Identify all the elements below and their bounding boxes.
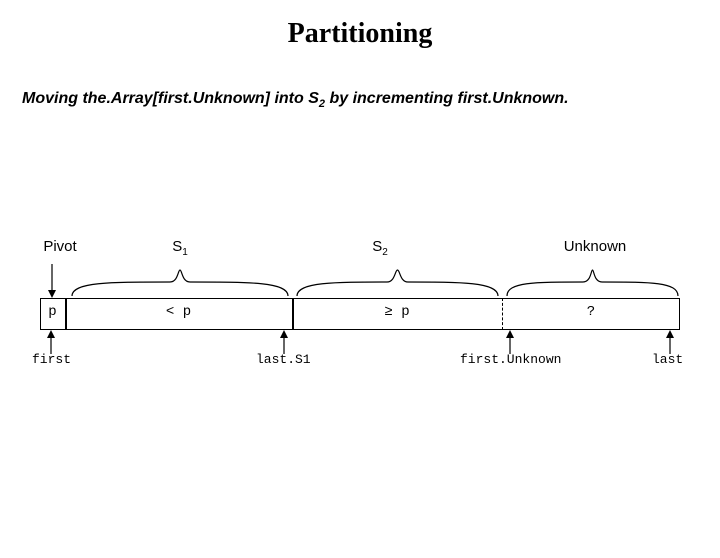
pivot-down-arrow-icon (46, 264, 58, 298)
page-title: Partitioning (0, 18, 720, 50)
pointer-firstUnknown: first.Unknown (460, 352, 561, 367)
last-up-arrow-icon (664, 330, 676, 354)
partition-diagram: Pivot S1 S2 Unknown p < p ≥ p ? (40, 218, 680, 418)
s1-brace-icon (70, 268, 290, 298)
unknown-brace-icon (505, 268, 680, 298)
pointer-lastS1: last.S1 (256, 352, 311, 367)
pivot-cell: p (40, 304, 65, 320)
lastS1-up-arrow-icon (278, 330, 290, 354)
s1-region-label: S1 (140, 238, 220, 258)
s1-label-sub: 1 (182, 247, 188, 258)
pointer-first: first (32, 352, 71, 367)
pivot-label: Pivot (35, 238, 85, 255)
s1-cell: < p (65, 304, 292, 320)
subtitle: Moving the.Array[first.Unknown] into S2 … (22, 90, 720, 110)
first-up-arrow-icon (45, 330, 57, 354)
subtitle-post: by incrementing first.Unknown. (325, 90, 569, 107)
s2-label-sub: 2 (382, 247, 388, 258)
firstUnknown-up-arrow-icon (504, 330, 516, 354)
subtitle-pre: Moving the.Array[first.Unknown] into S (22, 90, 319, 107)
pointer-last: last (652, 352, 683, 367)
s2-cell: ≥ p (292, 304, 502, 320)
unknown-cell: ? (502, 304, 680, 320)
unknown-region-label: Unknown (545, 238, 645, 255)
s2-label-pre: S (372, 238, 382, 255)
s1-label-pre: S (172, 238, 182, 255)
s2-region-label: S2 (340, 238, 420, 258)
s2-brace-icon (295, 268, 500, 298)
